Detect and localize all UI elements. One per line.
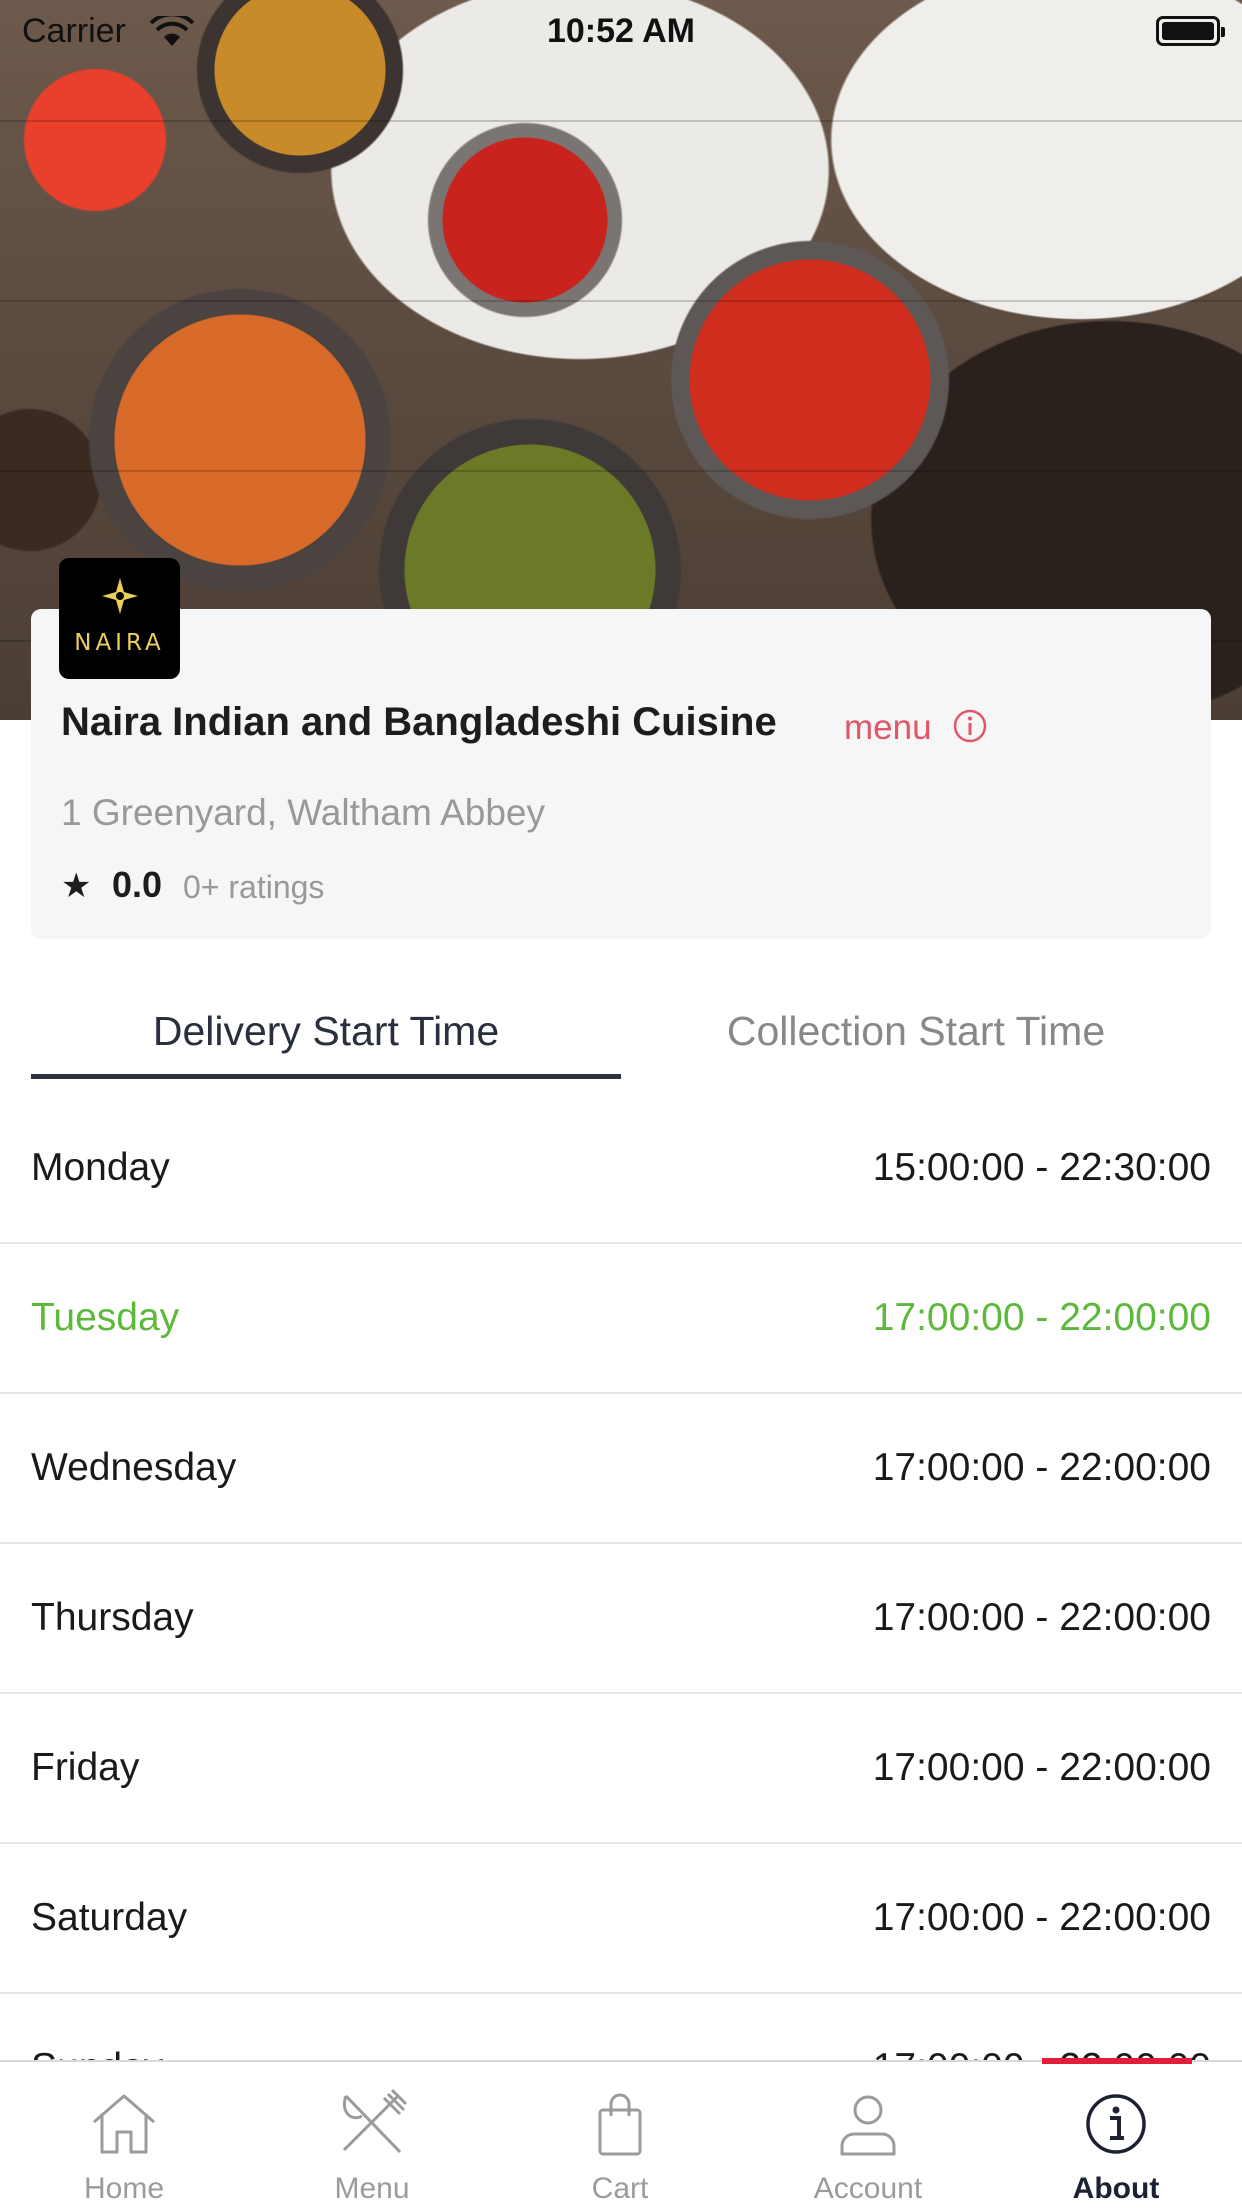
schedule-row: Saturday 17:00:00 - 22:00:00 [0,1844,1242,1994]
schedule-hours: 17:00:00 - 22:00:00 [872,1446,1211,1489]
schedule-day: Tuesday [31,1296,180,1339]
tabbar-label: Cart [591,2172,649,2205]
logo-mark-icon [102,578,138,614]
info-icon[interactable] [952,708,988,744]
person-icon [840,2095,896,2156]
schedule-row: Wednesday 17:00:00 - 22:00:00 [0,1394,1242,1544]
ratings-count: 0+ ratings [183,869,325,905]
shopping-bag-icon [598,2093,642,2156]
tab-delivery-start-time[interactable]: Delivery Start Time [31,1008,621,1055]
rating-value: 0.0 [112,864,163,905]
star-icon: ★ [61,867,92,905]
tabbar-item-cart[interactable]: Cart [496,2062,744,2210]
schedule-hours: 17:00:00 - 22:00:00 [872,1596,1211,1639]
schedule-day: Monday [31,1146,170,1189]
schedule-hours: 17:00:00 - 22:00:00 [872,1746,1211,1789]
home-icon [93,2094,155,2154]
schedule-row-today: Tuesday 17:00:00 - 22:00:00 [0,1244,1242,1394]
status-time: 10:52 AM [546,12,696,50]
schedule-hours: 15:00:00 - 22:30:00 [872,1146,1211,1189]
schedule-row: Thursday 17:00:00 - 22:00:00 [0,1544,1242,1694]
tabbar-label: About [1072,2172,1160,2205]
restaurant-logo: NAIRA [59,558,180,679]
schedule-day: Thursday [31,1596,194,1639]
status-bar: Carrier 10:52 AM [0,0,1242,62]
schedule-row: Friday 17:00:00 - 22:00:00 [0,1694,1242,1844]
schedule-day: Friday [31,1746,140,1789]
tabbar-item-account[interactable]: Account [744,2062,992,2210]
schedule-hours: 17:00:00 - 22:00:00 [872,1896,1211,1939]
fork-knife-icon [342,2088,408,2154]
tabbar-label: Account [813,2172,923,2205]
active-tab-underline [31,1074,621,1079]
schedule-day: Saturday [31,1896,188,1939]
bottom-tab-bar: Home Menu Cart Account About [0,2058,1242,2210]
tabbar-label: Menu [334,2172,410,2205]
tab-collection-start-time[interactable]: Collection Start Time [621,1008,1211,1055]
tabbar-item-about[interactable]: About [992,2062,1240,2210]
battery-icon [1156,16,1225,46]
schedule-hours: 17:00:00 - 22:00:00 [872,1296,1211,1339]
tabbar-item-menu[interactable]: Menu [248,2062,496,2210]
restaurant-name: Naira Indian and Bangladeshi Cuisine [61,700,777,744]
logo-wordmark: NAIRA [74,630,165,656]
tabbar-item-home[interactable]: Home [0,2062,248,2210]
restaurant-address: 1 Greenyard, Waltham Abbey [61,792,545,833]
tabbar-label: Home [83,2172,165,2205]
schedule-day: Wednesday [31,1446,237,1489]
schedule-row: Monday 15:00:00 - 22:30:00 [0,1094,1242,1244]
info-circle-icon [1086,2094,1146,2154]
menu-link[interactable]: menu [844,708,932,748]
